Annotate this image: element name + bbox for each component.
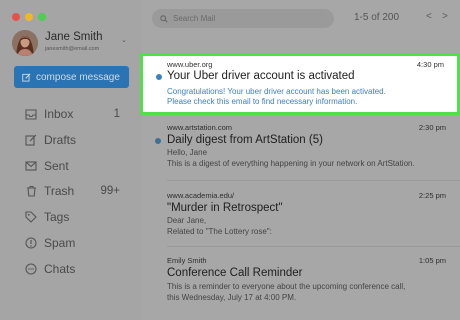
email-row-highlighted[interactable]: www.uber.org 4:30 pm Your Uber driver ac… [140,53,460,115]
email-preview: Related to "The Lottery rose": [167,227,272,236]
trash-count-badge: 99+ [100,185,120,197]
drafts-icon [24,133,38,147]
sidebar: Jane Smith janesmith@email.com ⌄ compose… [0,0,142,320]
search-icon [160,14,168,23]
divider [167,246,460,247]
email-row[interactable]: www.artstation.com 2:30 pm Daily digest … [142,123,460,173]
sent-icon [24,159,38,173]
compose-button[interactable]: compose message [14,66,129,88]
maximize-window-button[interactable] [38,13,46,21]
tag-icon [24,210,38,224]
sidebar-item-label: Spam [44,236,76,250]
email-preview: this Wednesday, July 17 at 4:00 PM. [167,293,297,302]
email-time: 4:30 pm [416,60,444,69]
minimize-window-button[interactable] [25,13,33,21]
email-preview: Please check this email to find necessar… [167,97,358,106]
email-time: 2:25 pm [418,191,446,200]
account-name: Jane Smith [45,31,103,43]
email-subject: Daily digest from ArtStation (5) [167,134,323,146]
email-preview: This is a reminder to everyone about the… [167,282,406,291]
next-page-button[interactable]: > [442,11,448,22]
email-sender: www.academia.edu/ [167,191,235,200]
inbox-count-badge: 1 [113,108,120,120]
sidebar-item-sent[interactable]: Sent [24,156,132,176]
email-preview: Hello, Jane [167,148,208,157]
email-row[interactable]: www.academia.edu/ 2:25 pm "Murder in Ret… [142,191,460,241]
pencil-icon [22,73,31,82]
pagination-info: 1-5 of 200 [354,12,400,23]
email-subject: Conference Call Reminder [167,267,303,279]
sidebar-item-label: Sent [44,159,69,173]
compose-label: compose message [36,71,120,83]
email-subject: Your Uber driver account is activated [167,70,355,82]
email-subject: "Murder in Retrospect" [167,202,283,214]
unread-indicator [156,74,162,80]
sidebar-item-spam[interactable]: Spam [24,233,132,253]
previous-page-button[interactable]: < [426,11,432,22]
email-time: 2:30 pm [418,123,446,132]
account-switcher[interactable]: Jane Smith janesmith@email.com ⌄ [12,30,134,60]
sidebar-item-tags[interactable]: Tags [24,207,132,227]
email-preview: This is a digest of everything happening… [167,159,415,168]
sidebar-item-label: Tags [44,210,70,224]
search-input[interactable]: Search Mail [152,9,334,28]
search-placeholder: Search Mail [173,14,216,23]
close-window-button[interactable] [12,13,20,21]
sidebar-item-inbox[interactable]: Inbox 1 [24,104,132,124]
chevron-down-icon[interactable]: ⌄ [121,36,127,44]
window-controls [12,13,46,21]
email-sender: www.uber.org [167,60,213,69]
avatar [12,30,38,56]
email-sender: Emily Smith [167,256,207,265]
mail-list-pane: Search Mail 1-5 of 200 < > www.artstatio… [142,0,460,320]
sidebar-item-drafts[interactable]: Drafts [24,130,132,150]
sidebar-item-label: Chats [44,262,76,276]
sidebar-item-trash[interactable]: Trash 99+ [24,181,132,201]
trash-icon [24,184,38,198]
email-time: 1:05 pm [418,256,446,265]
sidebar-item-label: Drafts [44,133,77,147]
email-row[interactable]: Emily Smith 1:05 pm Conference Call Remi… [142,256,460,316]
account-email: janesmith@email.com [45,46,100,52]
sidebar-item-chats[interactable]: Chats [24,259,132,279]
chat-icon [24,262,38,276]
spam-icon [24,236,38,250]
divider [167,180,460,181]
unread-indicator [155,138,161,144]
inbox-icon [24,107,38,121]
email-preview: Dear Jane, [167,216,207,225]
email-sender: www.artstation.com [167,123,233,132]
email-preview: Congratulations! Your uber driver accoun… [167,87,386,96]
sidebar-item-label: Inbox [44,107,74,121]
sidebar-item-label: Trash [44,184,75,198]
